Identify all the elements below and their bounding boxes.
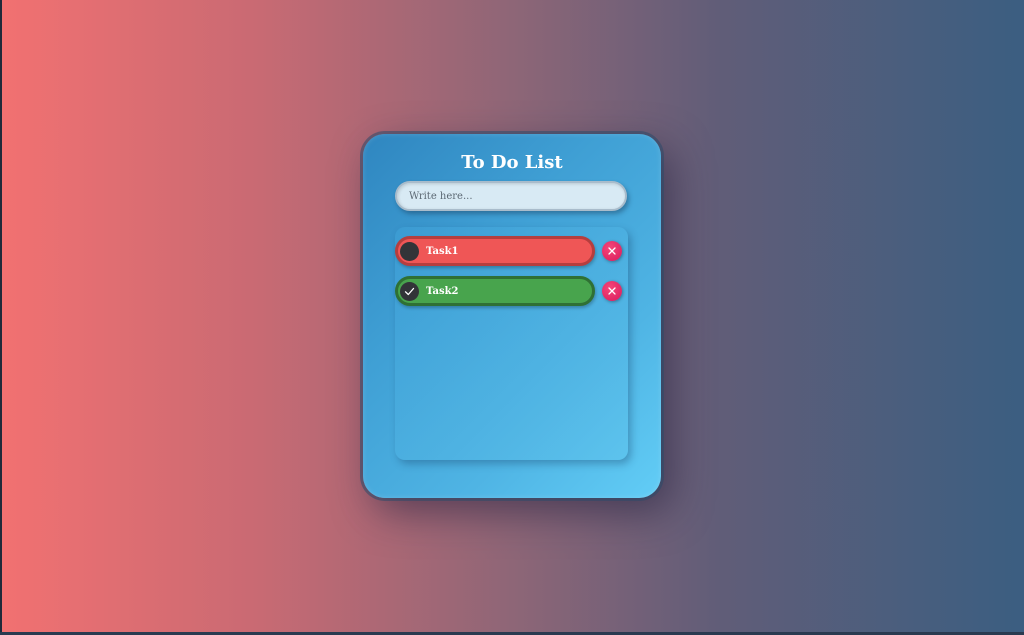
task-label: Task1 <box>426 245 459 257</box>
delete-task1-button[interactable] <box>602 241 622 261</box>
close-icon <box>608 287 616 295</box>
task-label: Task2 <box>426 285 459 297</box>
task-checkbox[interactable] <box>400 241 419 261</box>
window-edge <box>0 0 2 635</box>
task-input[interactable] <box>395 181 627 211</box>
close-icon <box>608 247 616 255</box>
checkmark-icon <box>404 287 415 295</box>
page-title: To Do List <box>461 152 563 173</box>
delete-task2-button[interactable] <box>602 281 622 301</box>
task-checkbox-checked[interactable] <box>400 281 419 301</box>
task-item-task2[interactable]: Task2 <box>395 276 595 306</box>
todo-card: To Do List Task1 Task2 <box>363 134 661 498</box>
task-item-task1[interactable]: Task1 <box>395 236 595 266</box>
